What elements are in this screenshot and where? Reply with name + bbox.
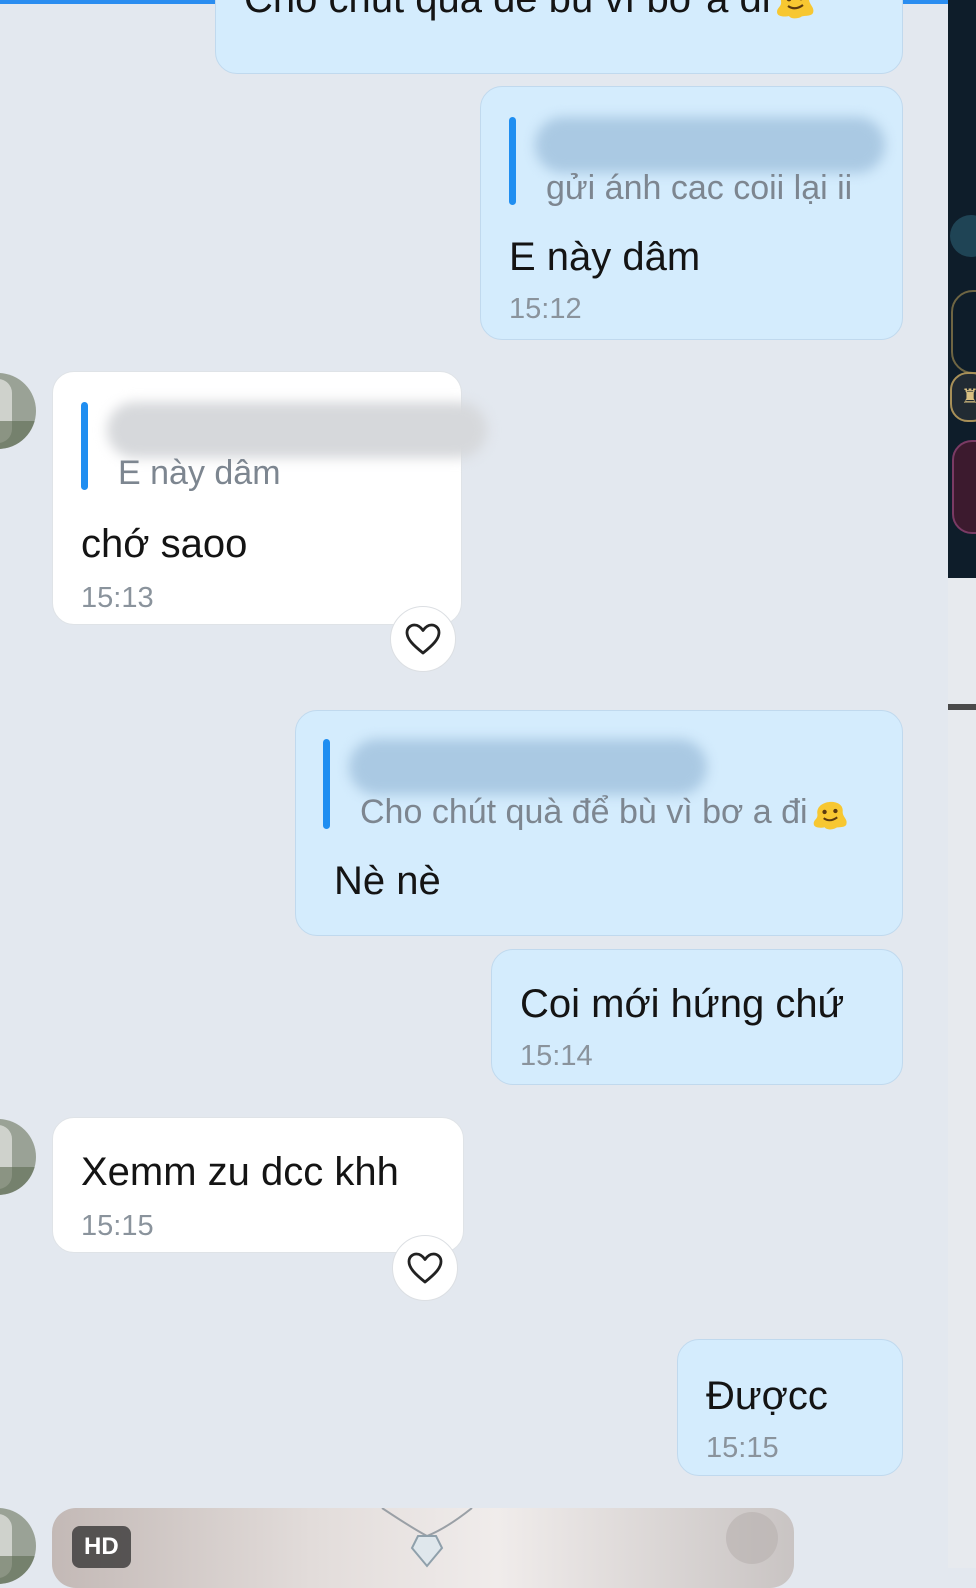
message-time: 15:13 xyxy=(81,582,154,615)
reply-quote-bar xyxy=(509,117,516,205)
reply-quote-text: E này dâm xyxy=(118,454,281,493)
blurred-reply-author xyxy=(107,402,487,458)
heart-icon xyxy=(404,622,442,656)
overlay-ring-icon xyxy=(951,290,976,374)
message-text: Xemm zu dcc khh xyxy=(81,1150,399,1195)
message-time: 15:14 xyxy=(520,1040,593,1073)
melting-face-emoji-icon xyxy=(773,0,817,19)
message-text: chớ saoo xyxy=(81,522,247,567)
message-text: E này dâm xyxy=(509,235,700,280)
message-bubble-received[interactable]: E này dâm chớ saoo 15:13 xyxy=(52,371,462,625)
reply-quote[interactable]: gửi ánh cac coii lại ii xyxy=(509,117,879,205)
blurred-reply-author xyxy=(535,117,885,173)
image-message[interactable]: HD xyxy=(52,1508,794,1588)
overlay-divider xyxy=(948,704,976,710)
message-time: 15:15 xyxy=(706,1432,779,1465)
message-bubble-sent[interactable]: Cho chút quà để bù vì bơ a đi xyxy=(215,0,903,74)
contact-avatar[interactable] xyxy=(0,373,36,449)
reply-quote[interactable]: Cho chút quà để bù vì bơ a đi xyxy=(323,739,883,829)
hd-badge: HD xyxy=(72,1526,131,1568)
right-edge-overlay: ♜ xyxy=(948,0,976,1568)
reply-quote[interactable]: E này dâm xyxy=(81,402,451,490)
contact-avatar[interactable] xyxy=(0,1508,36,1584)
reply-quote-text: Cho chút quà để bù vì bơ a đi xyxy=(360,792,850,832)
reply-quote-text: gửi ánh cac coii lại ii xyxy=(546,169,852,208)
react-heart-button[interactable] xyxy=(390,606,456,672)
message-time: 15:12 xyxy=(509,293,582,326)
message-bubble-sent[interactable]: Đượcc 15:15 xyxy=(677,1339,903,1476)
contact-avatar[interactable] xyxy=(0,1119,36,1195)
message-text: Nè nè xyxy=(334,859,441,904)
reply-quote-bar xyxy=(323,739,330,829)
message-text: Cho chút quà để bù vì bơ a đi xyxy=(244,0,817,22)
image-content xyxy=(52,1508,794,1588)
overlay-gem-icon xyxy=(952,440,976,534)
message-text: Coi mới hứng chứ xyxy=(520,982,844,1027)
message-bubble-received[interactable]: Xemm zu dcc khh 15:15 xyxy=(52,1117,464,1253)
message-time: 15:15 xyxy=(81,1210,154,1243)
reply-quote-bar xyxy=(81,402,88,490)
melting-face-emoji-icon xyxy=(810,792,850,830)
message-bubble-sent[interactable]: Cho chút quà để bù vì bơ a đi Nè nè xyxy=(295,710,903,936)
react-heart-button[interactable] xyxy=(392,1235,458,1301)
overlay-tower-icon: ♜ xyxy=(950,372,976,422)
message-bubble-sent[interactable]: gửi ánh cac coii lại ii E này dâm 15:12 xyxy=(480,86,903,340)
heart-icon xyxy=(406,1251,444,1285)
message-text: Đượcc xyxy=(706,1374,828,1419)
message-bubble-sent[interactable]: Coi mới hứng chứ 15:14 xyxy=(491,949,903,1085)
blurred-reply-author xyxy=(349,739,707,795)
